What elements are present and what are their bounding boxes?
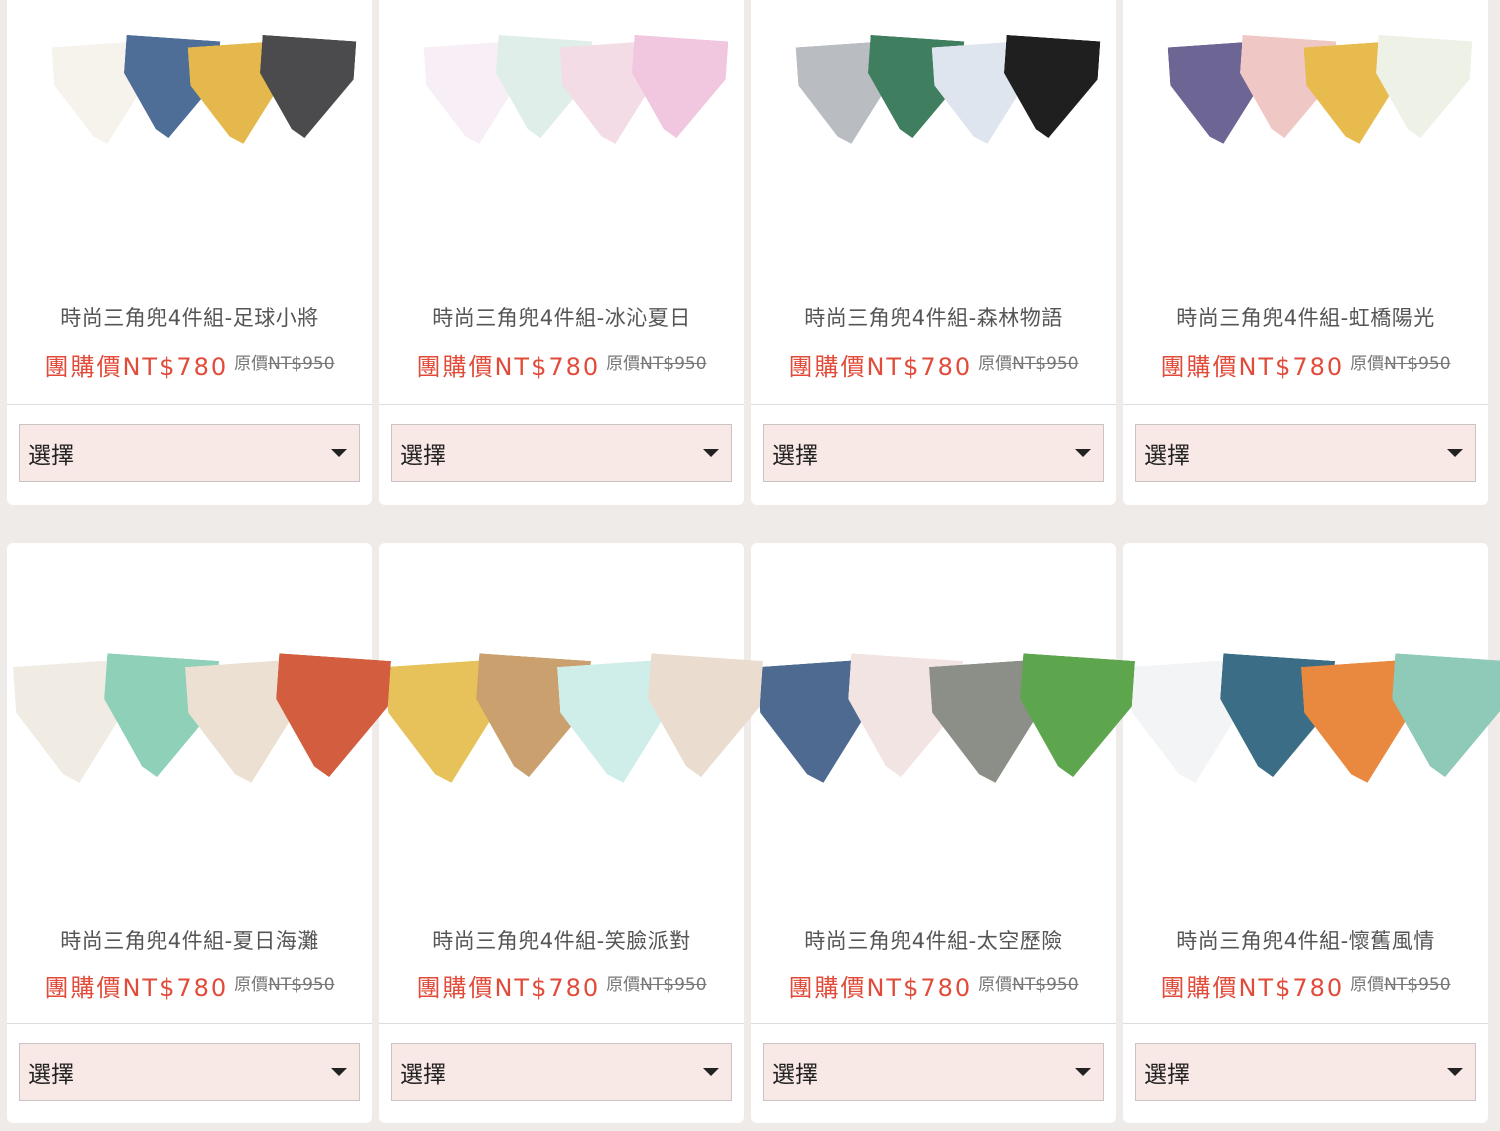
product-title[interactable]: 時尚三角兜4件組-懷舊風情 bbox=[1123, 925, 1488, 955]
divider bbox=[7, 1023, 372, 1024]
product-image[interactable] bbox=[7, 648, 372, 823]
product-image[interactable] bbox=[1123, 32, 1488, 192]
variant-select[interactable]: 選擇 bbox=[19, 1043, 360, 1101]
group-price: 團購價NT$780 bbox=[1160, 353, 1345, 381]
variant-select[interactable]: 選擇 bbox=[391, 1043, 732, 1101]
chevron-down-icon bbox=[1075, 1068, 1091, 1076]
chevron-down-icon bbox=[1075, 449, 1091, 457]
select-label: 選擇 bbox=[1144, 1062, 1190, 1088]
bib-swatch bbox=[1387, 653, 1500, 781]
price-line: 團購價NT$780 原價NT$950 bbox=[379, 347, 744, 382]
select-label: 選擇 bbox=[400, 443, 446, 469]
price-line: 團購價NT$780 原價NT$950 bbox=[1123, 347, 1488, 382]
product-image[interactable] bbox=[1123, 648, 1488, 823]
product-title[interactable]: 時尚三角兜4件組-夏日海灘 bbox=[7, 925, 372, 955]
variant-select[interactable]: 選擇 bbox=[1135, 1043, 1476, 1101]
group-price: 團購價NT$780 bbox=[44, 974, 229, 1002]
original-price: 原價NT$950 bbox=[1350, 354, 1451, 374]
select-label: 選擇 bbox=[400, 1062, 446, 1088]
variant-select[interactable]: 選擇 bbox=[763, 1043, 1104, 1101]
price-line: 團購價NT$780 原價NT$950 bbox=[379, 968, 744, 1003]
original-price: 原價NT$950 bbox=[234, 975, 335, 995]
original-price: 原價NT$950 bbox=[606, 975, 707, 995]
price-line: 團購價NT$780 原價NT$950 bbox=[7, 347, 372, 382]
chevron-down-icon bbox=[703, 1068, 719, 1076]
group-price: 團購價NT$780 bbox=[788, 353, 973, 381]
bib-swatch bbox=[1372, 35, 1473, 141]
original-price: 原價NT$950 bbox=[606, 354, 707, 374]
price-line: 團購價NT$780 原價NT$950 bbox=[751, 968, 1116, 1003]
price-line: 團購價NT$780 原價NT$950 bbox=[7, 968, 372, 1003]
product-card[interactable]: 時尚三角兜4件組-笑臉派對 團購價NT$780 原價NT$950 選擇 bbox=[379, 543, 744, 1123]
chevron-down-icon bbox=[703, 449, 719, 457]
select-label: 選擇 bbox=[772, 443, 818, 469]
product-image[interactable] bbox=[7, 32, 372, 192]
chevron-down-icon bbox=[331, 449, 347, 457]
product-image[interactable] bbox=[751, 32, 1116, 192]
chevron-down-icon bbox=[331, 1068, 347, 1076]
group-price: 團購價NT$780 bbox=[416, 974, 601, 1002]
product-title[interactable]: 時尚三角兜4件組-太空歷險 bbox=[751, 925, 1116, 955]
bib-swatch bbox=[271, 653, 391, 781]
divider bbox=[379, 404, 744, 405]
select-label: 選擇 bbox=[28, 1062, 74, 1088]
original-price: 原價NT$950 bbox=[978, 975, 1079, 995]
bib-swatch bbox=[643, 653, 763, 781]
product-card[interactable]: 時尚三角兜4件組-懷舊風情 團購價NT$780 原價NT$950 選擇 bbox=[1123, 543, 1488, 1123]
product-title[interactable]: 時尚三角兜4件組-虹橋陽光 bbox=[1123, 302, 1488, 332]
product-row-1: 時尚三角兜4件組-足球小將 團購價NT$780 原價NT$950 選擇 時尚三角兜… bbox=[0, 0, 1500, 505]
product-title[interactable]: 時尚三角兜4件組-足球小將 bbox=[7, 302, 372, 332]
product-title[interactable]: 時尚三角兜4件組-冰沁夏日 bbox=[379, 302, 744, 332]
product-image[interactable] bbox=[379, 648, 744, 823]
product-card[interactable]: 時尚三角兜4件組-冰沁夏日 團購價NT$780 原價NT$950 選擇 bbox=[379, 0, 744, 505]
product-card[interactable]: 時尚三角兜4件組-足球小將 團購價NT$780 原價NT$950 選擇 bbox=[7, 0, 372, 505]
product-title[interactable]: 時尚三角兜4件組-笑臉派對 bbox=[379, 925, 744, 955]
bib-swatch bbox=[628, 35, 729, 141]
divider bbox=[751, 404, 1116, 405]
variant-select[interactable]: 選擇 bbox=[1135, 424, 1476, 482]
product-card[interactable]: 時尚三角兜4件組-太空歷險 團購價NT$780 原價NT$950 選擇 bbox=[751, 543, 1116, 1123]
variant-select[interactable]: 選擇 bbox=[19, 424, 360, 482]
variant-select[interactable]: 選擇 bbox=[763, 424, 1104, 482]
bib-swatch bbox=[256, 35, 357, 141]
select-label: 選擇 bbox=[772, 1062, 818, 1088]
chevron-down-icon bbox=[1447, 1068, 1463, 1076]
product-image[interactable] bbox=[751, 648, 1116, 823]
group-price: 團購價NT$780 bbox=[788, 974, 973, 1002]
select-label: 選擇 bbox=[28, 443, 74, 469]
product-card[interactable]: 時尚三角兜4件組-夏日海灘 團購價NT$780 原價NT$950 選擇 bbox=[7, 543, 372, 1123]
price-line: 團購價NT$780 原價NT$950 bbox=[1123, 968, 1488, 1003]
group-price: 團購價NT$780 bbox=[44, 353, 229, 381]
product-title[interactable]: 時尚三角兜4件組-森林物語 bbox=[751, 302, 1116, 332]
divider bbox=[1123, 1023, 1488, 1024]
product-image[interactable] bbox=[379, 32, 744, 192]
divider bbox=[1123, 404, 1488, 405]
original-price: 原價NT$950 bbox=[1350, 975, 1451, 995]
bib-swatch bbox=[1000, 35, 1101, 141]
price-line: 團購價NT$780 原價NT$950 bbox=[751, 347, 1116, 382]
group-price: 團購價NT$780 bbox=[416, 353, 601, 381]
product-card[interactable]: 時尚三角兜4件組-森林物語 團購價NT$780 原價NT$950 選擇 bbox=[751, 0, 1116, 505]
group-price: 團購價NT$780 bbox=[1160, 974, 1345, 1002]
divider bbox=[7, 404, 372, 405]
select-label: 選擇 bbox=[1144, 443, 1190, 469]
divider bbox=[379, 1023, 744, 1024]
original-price: 原價NT$950 bbox=[978, 354, 1079, 374]
original-price: 原價NT$950 bbox=[234, 354, 335, 374]
divider bbox=[751, 1023, 1116, 1024]
variant-select[interactable]: 選擇 bbox=[391, 424, 732, 482]
product-card[interactable]: 時尚三角兜4件組-虹橋陽光 團購價NT$780 原價NT$950 選擇 bbox=[1123, 0, 1488, 505]
bib-swatch bbox=[1015, 653, 1135, 781]
product-row-2: 時尚三角兜4件組-夏日海灘 團購價NT$780 原價NT$950 選擇 時尚三角兜… bbox=[0, 543, 1500, 1123]
chevron-down-icon bbox=[1447, 449, 1463, 457]
